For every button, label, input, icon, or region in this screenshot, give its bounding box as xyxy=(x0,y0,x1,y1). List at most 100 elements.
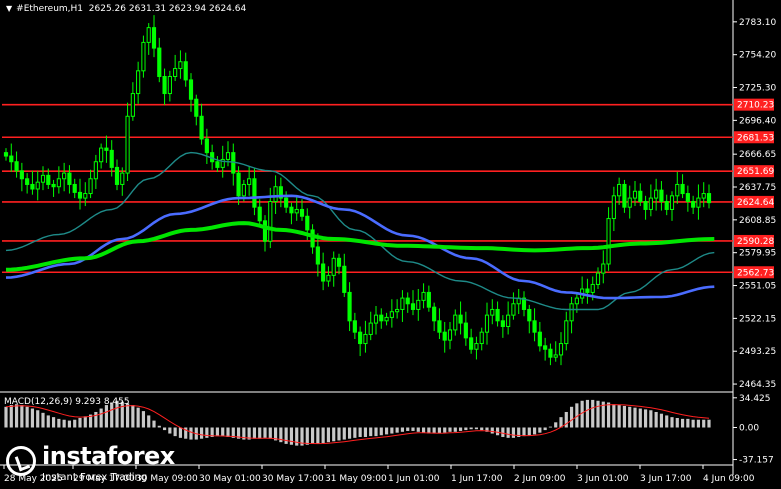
candle-body[interactable] xyxy=(130,93,135,117)
candle-body[interactable] xyxy=(627,197,632,208)
candle-body[interactable] xyxy=(173,68,178,78)
candle-body[interactable] xyxy=(363,333,368,345)
candle-body[interactable] xyxy=(368,322,373,335)
candle-body[interactable] xyxy=(426,291,431,308)
candle-body[interactable] xyxy=(72,183,77,193)
candle-body[interactable] xyxy=(400,297,405,310)
candle-body[interactable] xyxy=(136,70,141,95)
candle-body[interactable] xyxy=(432,306,437,322)
candle-body[interactable] xyxy=(178,61,183,70)
candle-body[interactable] xyxy=(252,178,257,208)
candle-body[interactable] xyxy=(236,172,241,197)
candle-body[interactable] xyxy=(204,138,209,154)
candle-body[interactable] xyxy=(157,47,162,77)
candle-body[interactable] xyxy=(215,161,220,168)
candle-body[interactable] xyxy=(685,193,690,203)
candle-body[interactable] xyxy=(247,178,252,185)
candle-body[interactable] xyxy=(294,208,299,214)
candle-body[interactable] xyxy=(706,193,712,204)
candle-body[interactable] xyxy=(553,354,558,358)
candle-body[interactable] xyxy=(358,331,363,345)
candle-body[interactable] xyxy=(659,189,664,203)
candle-body[interactable] xyxy=(194,98,199,117)
candle-body[interactable] xyxy=(114,166,120,185)
candle-body[interactable] xyxy=(669,195,675,210)
candle-body[interactable] xyxy=(183,61,188,81)
candle-body[interactable] xyxy=(289,206,294,214)
candle-body[interactable] xyxy=(25,178,30,185)
candle-body[interactable] xyxy=(326,274,331,282)
candle-body[interactable] xyxy=(384,316,389,322)
candle-body[interactable] xyxy=(590,283,595,293)
candle-body[interactable] xyxy=(56,178,61,188)
dropdown-arrow-icon[interactable]: ▼ xyxy=(6,4,12,13)
candle-body[interactable] xyxy=(336,257,342,267)
candle-body[interactable] xyxy=(691,201,696,208)
candle-body[interactable] xyxy=(104,147,109,151)
candle-body[interactable] xyxy=(120,172,125,185)
candle-body[interactable] xyxy=(495,308,500,322)
candle-body[interactable] xyxy=(421,291,426,301)
candle-body[interactable] xyxy=(511,303,516,316)
candle-body[interactable] xyxy=(569,303,574,322)
candle-body[interactable] xyxy=(199,115,204,140)
candle-body[interactable] xyxy=(379,314,384,322)
candle-body[interactable] xyxy=(268,201,273,242)
candle-body[interactable] xyxy=(188,79,194,100)
candle-body[interactable] xyxy=(299,208,305,217)
chart-canvas[interactable]: 2783.10 2754.20 2725.30 2696.40 2666.65 2637.… xyxy=(0,0,781,489)
candle-body[interactable] xyxy=(632,190,638,199)
candle-body[interactable] xyxy=(262,220,268,242)
candle-body[interactable] xyxy=(3,152,9,157)
candle-body[interactable] xyxy=(543,345,548,350)
candle-body[interactable] xyxy=(564,320,569,345)
candle-body[interactable] xyxy=(474,343,479,350)
candle-body[interactable] xyxy=(548,348,553,358)
candle-body[interactable] xyxy=(342,265,347,293)
candle-body[interactable] xyxy=(46,174,51,185)
candle-body[interactable] xyxy=(416,299,421,310)
candle-body[interactable] xyxy=(611,195,616,220)
candle-body[interactable] xyxy=(601,263,606,274)
candle-body[interactable] xyxy=(622,183,627,208)
candle-body[interactable] xyxy=(19,170,24,180)
candle-body[interactable] xyxy=(125,115,130,174)
candle-body[interactable] xyxy=(35,181,40,190)
candle-body[interactable] xyxy=(675,183,680,197)
candle-body[interactable] xyxy=(585,288,590,293)
candle-body[interactable] xyxy=(14,161,19,172)
candle-body[interactable] xyxy=(321,263,326,282)
candle-body[interactable] xyxy=(701,193,706,199)
candle-body[interactable] xyxy=(67,172,72,185)
candle-body[interactable] xyxy=(167,76,172,95)
candle-body[interactable] xyxy=(62,172,67,180)
candle-body[interactable] xyxy=(484,314,490,333)
candle-body[interactable] xyxy=(347,291,352,322)
candle-body[interactable] xyxy=(479,331,484,345)
candle-body[interactable] xyxy=(389,311,394,318)
candle-body[interactable] xyxy=(469,337,474,350)
candle-body[interactable] xyxy=(643,201,648,210)
candle-body[interactable] xyxy=(151,27,157,49)
candle-body[interactable] xyxy=(574,297,579,305)
candle-body[interactable] xyxy=(442,331,447,341)
candle-body[interactable] xyxy=(463,322,468,339)
candle-body[interactable] xyxy=(305,215,310,231)
candle-body[interactable] xyxy=(310,229,315,248)
candle-body[interactable] xyxy=(617,183,622,197)
candle-body[interactable] xyxy=(447,329,453,341)
candle-body[interactable] xyxy=(146,27,151,43)
candle-body[interactable] xyxy=(532,320,537,333)
candle-body[interactable] xyxy=(458,314,463,324)
candle-body[interactable] xyxy=(527,308,532,322)
candle-body[interactable] xyxy=(453,314,458,331)
candle-body[interactable] xyxy=(241,183,246,197)
candle-body[interactable] xyxy=(315,246,320,265)
candle-body[interactable] xyxy=(664,201,669,210)
candle-body[interactable] xyxy=(606,218,611,265)
candle-body[interactable] xyxy=(9,155,14,163)
candle-body[interactable] xyxy=(257,206,262,222)
candle-body[interactable] xyxy=(537,331,542,347)
candle-body[interactable] xyxy=(88,178,93,195)
candle-body[interactable] xyxy=(51,183,56,188)
